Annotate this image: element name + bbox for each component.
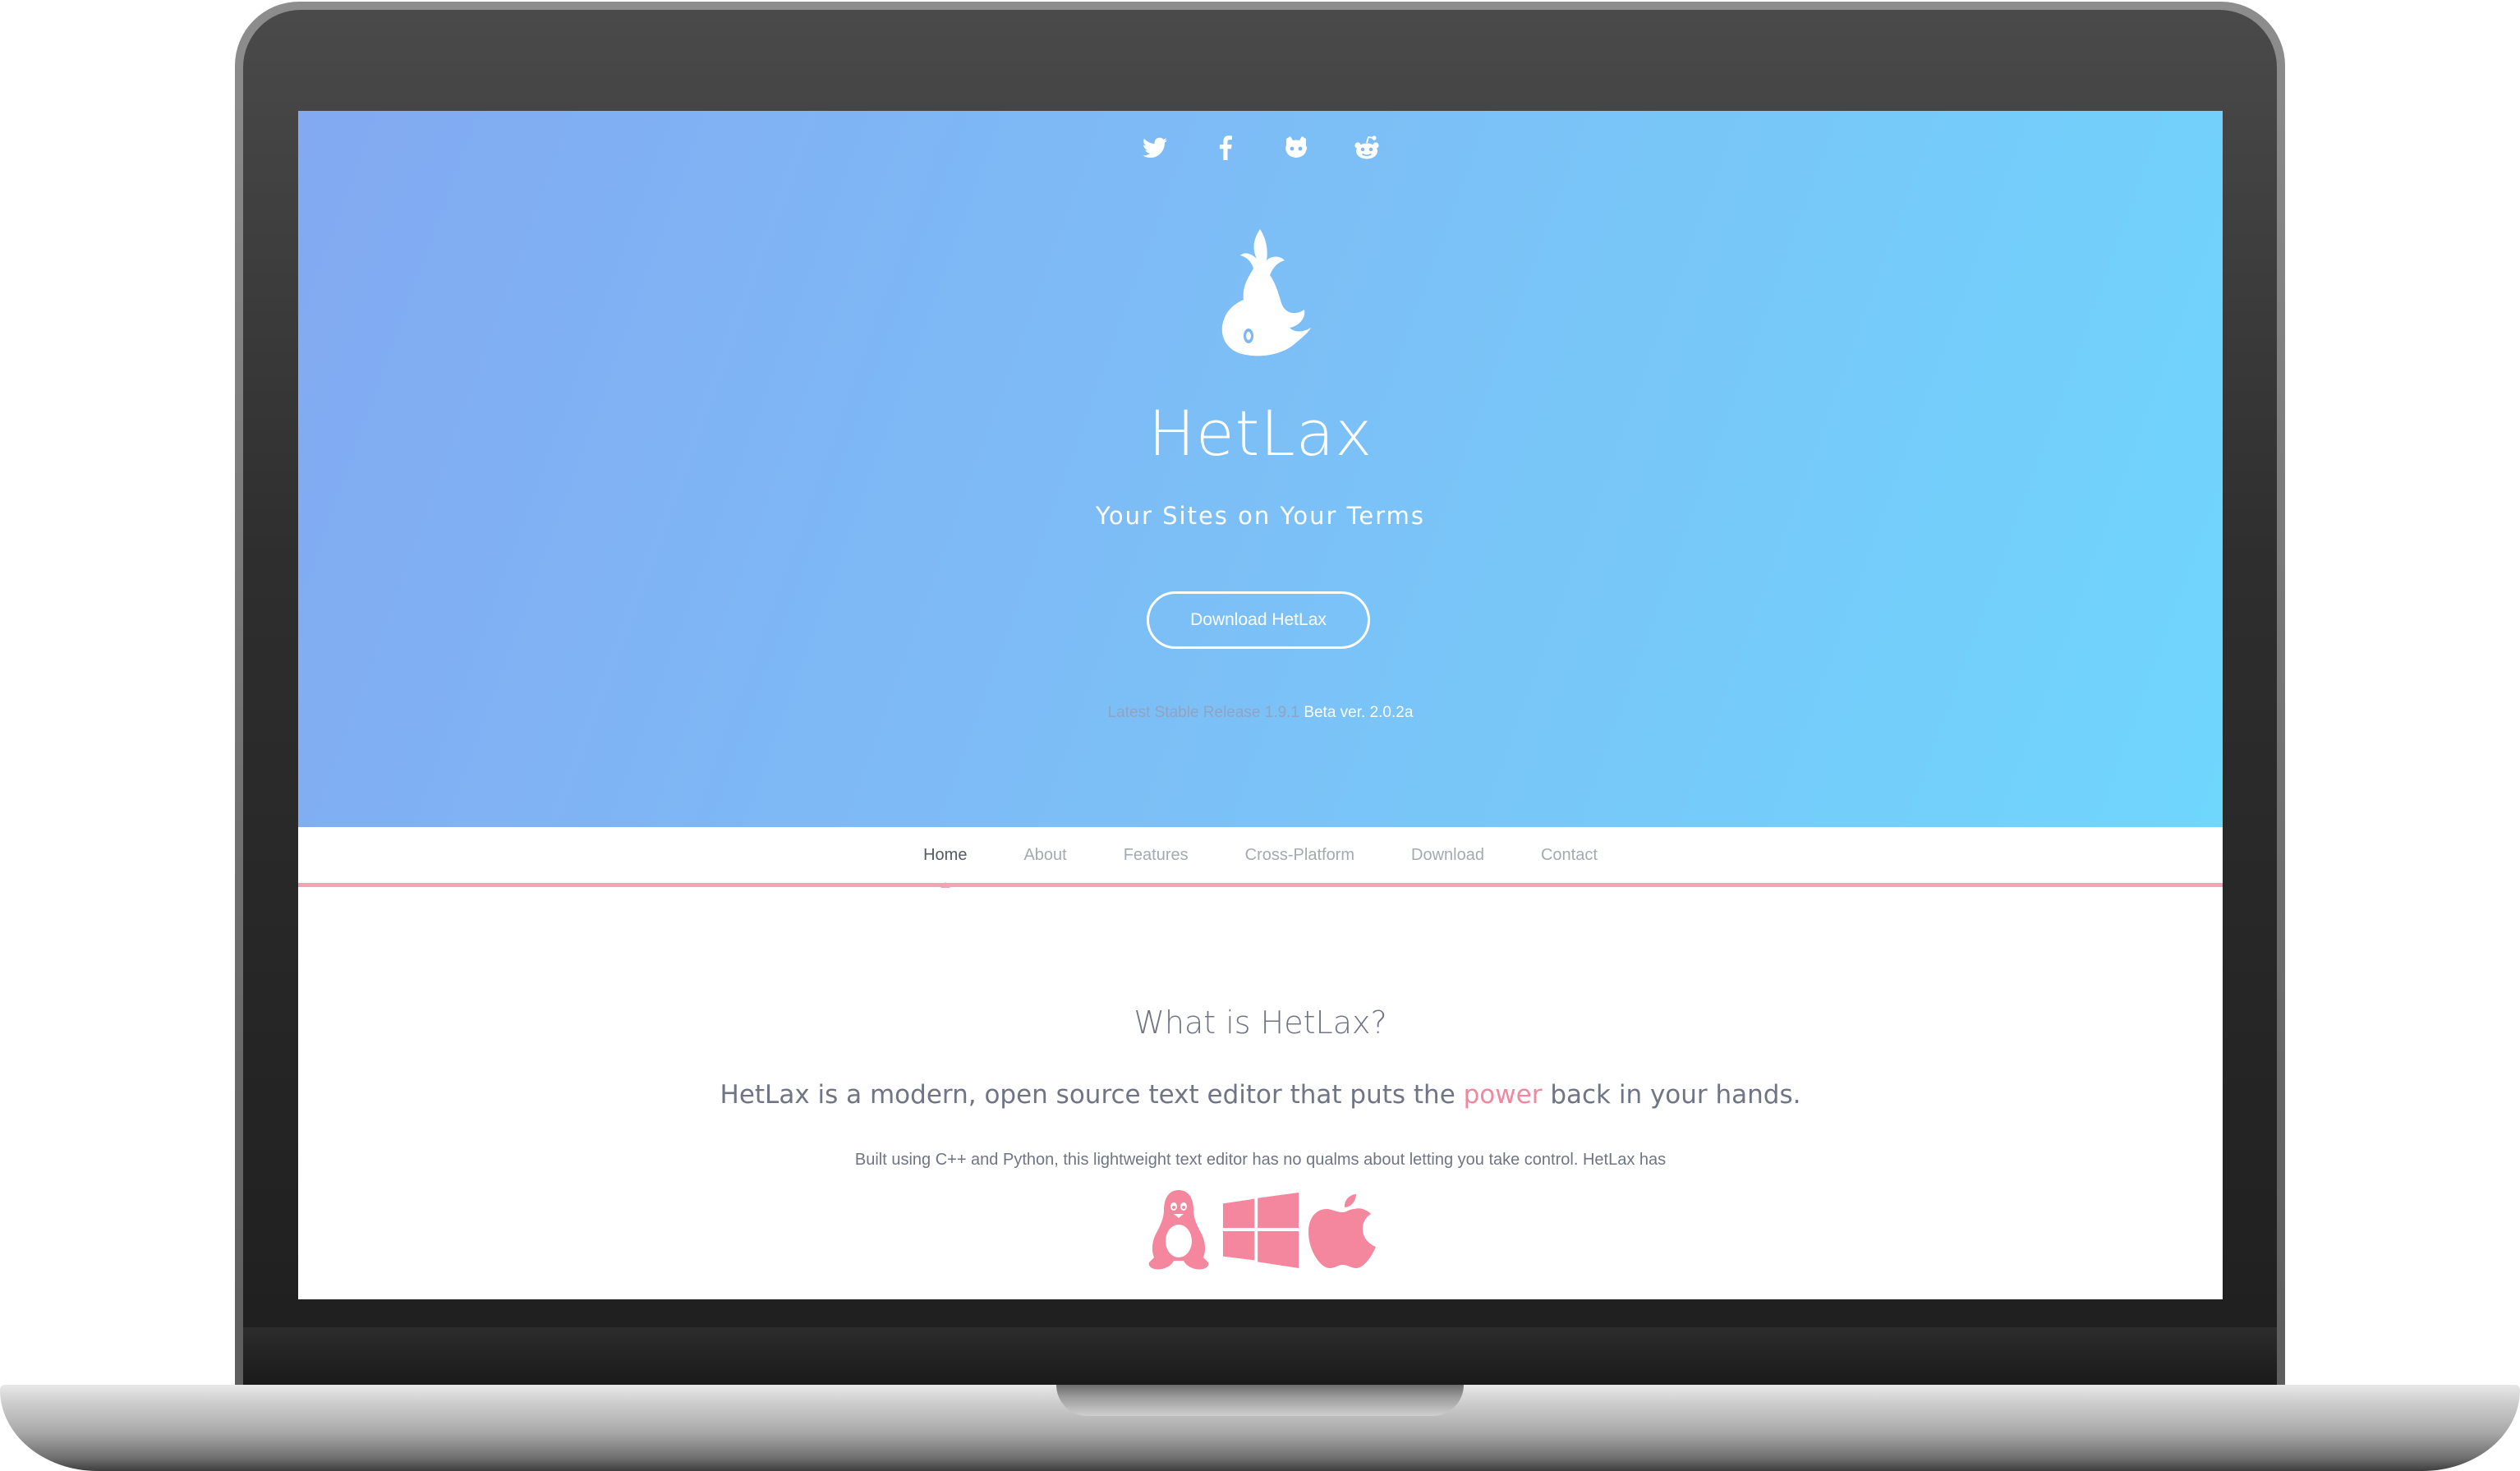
body-text: Built using C++ and Python, this lightwe… bbox=[854, 1151, 1667, 1169]
hero-title: HetLax bbox=[1147, 397, 1373, 470]
main-navigation: Home About Features Cross-Platform Downl… bbox=[298, 827, 2223, 888]
lead-accent-word: power bbox=[1463, 1080, 1543, 1110]
platform-icons bbox=[298, 1188, 2223, 1272]
twitter-icon[interactable] bbox=[1141, 134, 1169, 162]
whale-logo bbox=[1203, 228, 1317, 359]
facebook-icon[interactable] bbox=[1212, 134, 1239, 162]
laptop-base-notch bbox=[1056, 1385, 1464, 1416]
hero-section: HetLax Your Sites on Your Terms Download… bbox=[298, 111, 2223, 827]
browser-viewport: HetLax Your Sites on Your Terms Download… bbox=[298, 111, 2223, 1299]
reddit-icon[interactable] bbox=[1353, 134, 1381, 162]
download-button[interactable]: Download HetLax bbox=[1147, 591, 1370, 649]
windows-icon bbox=[1222, 1188, 1299, 1272]
apple-icon bbox=[1305, 1188, 1381, 1272]
laptop-mockup: HetLax Your Sites on Your Terms Download… bbox=[0, 0, 2520, 1471]
github-icon[interactable] bbox=[1282, 134, 1310, 162]
laptop-chin bbox=[243, 1327, 2277, 1385]
stable-release-link[interactable]: Latest Stable Release 1.9.1 bbox=[1108, 704, 1299, 721]
lead-text: HetLax is a modern, open source text edi… bbox=[298, 1080, 2223, 1110]
social-links bbox=[298, 134, 2223, 162]
hero-subtitle: Your Sites on Your Terms bbox=[1096, 502, 1425, 530]
lead-text-end: back in your hands. bbox=[1550, 1080, 1801, 1110]
nav-item-features[interactable]: Features bbox=[1124, 846, 1189, 865]
nav-item-about[interactable]: About bbox=[1023, 846, 1066, 865]
release-info: Latest Stable Release 1.9.1 Beta ver. 2.… bbox=[298, 704, 2223, 722]
nav-item-download[interactable]: Download bbox=[1411, 846, 1484, 865]
nav-item-contact[interactable]: Contact bbox=[1541, 846, 1598, 865]
linux-icon bbox=[1141, 1188, 1216, 1272]
section-title: What is HetLax? bbox=[1134, 1004, 1387, 1041]
nav-item-cross-platform[interactable]: Cross-Platform bbox=[1245, 846, 1354, 865]
nav-item-home[interactable]: Home bbox=[923, 846, 967, 888]
lead-text-start: HetLax is a modern, open source text edi… bbox=[720, 1080, 1455, 1110]
beta-release-link[interactable]: Beta ver. 2.0.2a bbox=[1304, 704, 1413, 721]
